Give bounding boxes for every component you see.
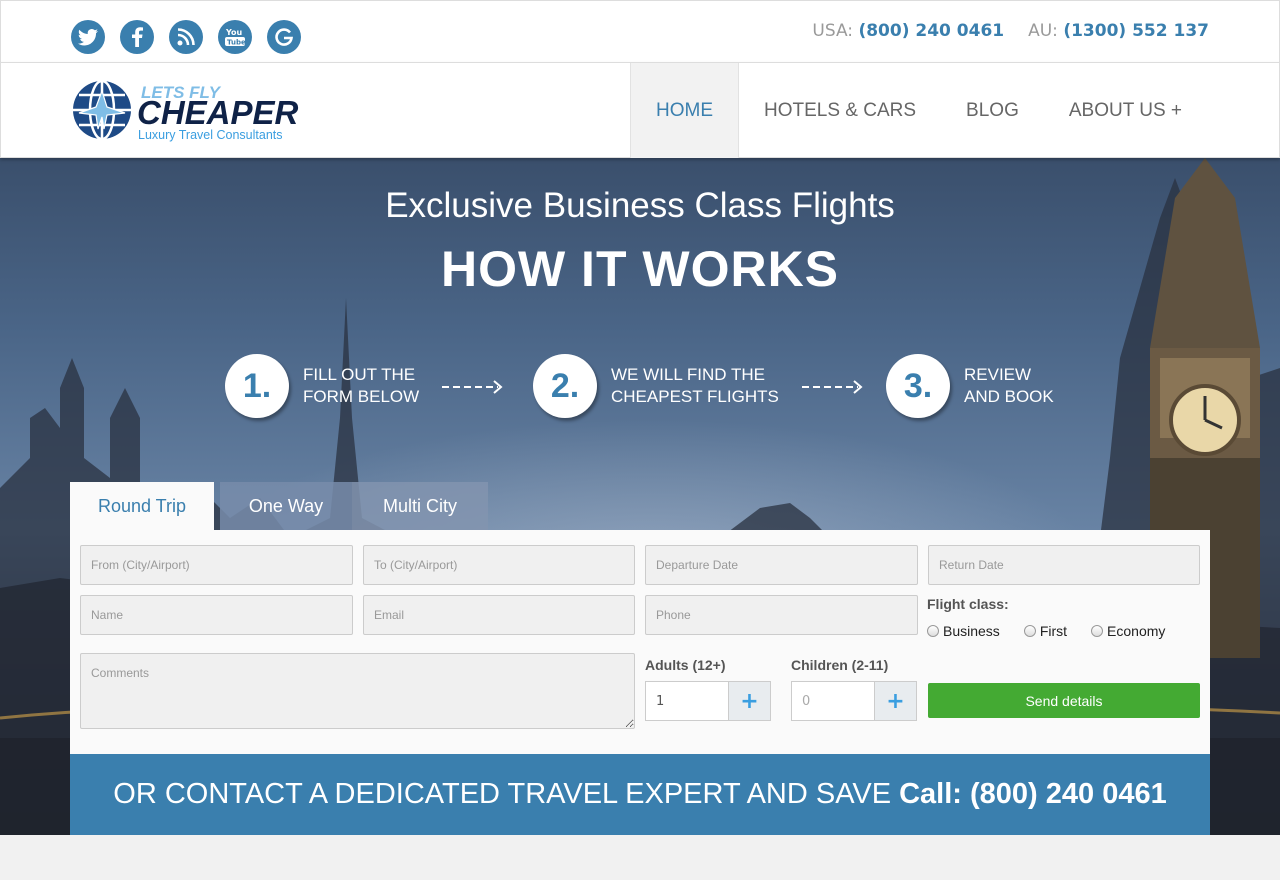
flight-class-radios: Business First Economy [927,623,1189,639]
nav-item-about-us[interactable]: ABOUT US + [1044,63,1207,158]
call-phone-link[interactable]: Call: (800) 240 0461 [899,778,1167,811]
dashed-arrow-icon [442,380,503,394]
google-icon[interactable] [267,20,301,54]
email-input[interactable] [363,595,635,635]
step-number: 3. [886,354,950,418]
comments-textarea[interactable] [80,653,635,729]
step-1: 1. FILL OUT THE FORM BELOW [225,354,419,418]
tab-round-trip[interactable]: Round Trip [70,482,214,530]
facebook-icon[interactable] [120,20,154,54]
name-input[interactable] [80,595,353,635]
return-date-input[interactable] [928,545,1200,585]
radio-button[interactable] [1091,625,1104,637]
nav-item-home[interactable]: HOME [630,63,739,158]
usa-phone-link[interactable]: (800) 240 0461 [858,21,1004,41]
send-details-button[interactable]: Send details [928,683,1200,718]
rss-icon[interactable] [169,20,203,54]
tab-multi-city[interactable]: Multi City [352,482,488,530]
radio-first[interactable]: First [1023,623,1068,639]
to-input[interactable] [363,545,635,585]
flight-class-label: Flight class: [927,596,1009,612]
dashed-arrow-icon [802,380,863,394]
radio-button[interactable] [927,625,939,637]
hero-title: HOW IT WORKS [440,241,840,297]
adults-value[interactable]: 1 [645,681,729,721]
youtube-icon[interactable]: You Tube [218,20,252,54]
step-2: 2. WE WILL FIND THE CHEAPEST FLIGHTS [533,354,779,418]
svg-text:CHEAPER: CHEAPER [137,94,299,131]
main-menu: HOME HOTELS & CARS BLOG ABOUT US + [630,63,1207,158]
twitter-icon[interactable] [71,20,105,54]
svg-text:Tube: Tube [227,39,246,47]
children-value[interactable]: 0 [791,681,875,721]
au-phone-label: AU: [1028,21,1058,41]
tab-one-way[interactable]: One Way [220,482,352,530]
adults-label: Adults (12+) [645,657,726,673]
social-links: You Tube [71,20,301,54]
main-navbar: LETS FLY CHEAPER Luxury Travel Consultan… [0,62,1280,158]
radio-label: Business [943,623,1000,639]
adults-plus-button[interactable]: + [728,681,771,721]
phone-input[interactable] [645,595,918,635]
from-input[interactable] [80,545,353,585]
top-bar: You Tube USA: (800) 240 0461 AU: (1300) 5… [0,0,1280,63]
svg-text:You: You [225,28,243,37]
flight-search-form: Flight class: Business First Economy Adu… [70,530,1210,754]
contact-banner: OR CONTACT A DEDICATED TRAVEL EXPERT AND… [70,754,1210,835]
site-logo[interactable]: LETS FLY CHEAPER Luxury Travel Consultan… [71,77,311,143]
svg-text:Luxury Travel Consultants: Luxury Travel Consultants [138,128,283,142]
hero-section: Exclusive Business Class Flights HOW IT … [0,158,1280,835]
phone-numbers: USA: (800) 240 0461 AU: (1300) 552 137 [812,21,1209,41]
contact-text: OR CONTACT A DEDICATED TRAVEL EXPERT AND… [113,778,892,810]
children-plus-button[interactable]: + [874,681,917,721]
step-text: REVIEW AND BOOK [964,365,1054,406]
departure-date-input[interactable] [645,545,918,585]
radio-label: Economy [1107,623,1166,639]
au-phone-link[interactable]: (1300) 552 137 [1063,21,1209,41]
step-text: WE WILL FIND THE CHEAPEST FLIGHTS [611,365,779,406]
nav-item-blog[interactable]: BLOG [941,63,1044,158]
hero-subtitle: Exclusive Business Class Flights [385,186,895,225]
nav-item-hotels-cars[interactable]: HOTELS & CARS [739,63,941,158]
radio-label: First [1039,623,1068,639]
children-label: Children (2-11) [791,657,889,673]
radio-button[interactable] [1023,625,1036,637]
step-3: 3. REVIEW AND BOOK [886,354,1054,418]
usa-phone-label: USA: [812,21,854,41]
step-number: 2. [533,354,597,418]
radio-economy[interactable]: Economy [1091,623,1165,639]
step-number: 1. [225,354,289,418]
step-text: FILL OUT THE FORM BELOW [303,365,420,406]
radio-business[interactable]: Business [927,623,1000,639]
trip-type-tabs: Round Trip One Way Multi City [70,482,492,530]
